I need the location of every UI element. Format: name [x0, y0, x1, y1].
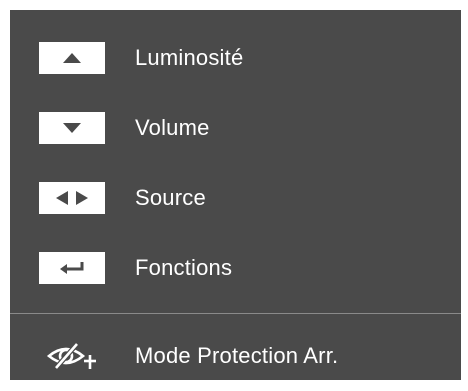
left-right-arrows-icon [56, 191, 88, 205]
menu-item-label-source: Source [135, 185, 206, 210]
menu-item-functions[interactable]: Fonctions [10, 240, 461, 296]
menu-divider [10, 313, 461, 314]
enter-return-icon [60, 262, 84, 274]
menu-item-eye-saver[interactable]: Mode Protection Arr. [10, 328, 461, 384]
enter-button[interactable] [39, 252, 105, 284]
osd-menu-panel: Luminosité Volume Source Fonctions Mode … [10, 10, 461, 380]
menu-item-label-functions: Fonctions [135, 255, 233, 280]
menu-item-label-eye-saver: Mode Protection Arr. [135, 343, 339, 368]
eye-saver-icon [46, 342, 96, 370]
menu-item-label-brightness: Luminosité [135, 45, 244, 70]
up-arrow-icon [63, 53, 81, 63]
menu-item-brightness[interactable]: Luminosité [10, 30, 461, 86]
menu-item-volume[interactable]: Volume [10, 100, 461, 156]
left-right-button[interactable] [39, 182, 105, 214]
down-arrow-icon [63, 123, 81, 133]
up-button[interactable] [39, 42, 105, 74]
eye-saver-button[interactable] [42, 340, 102, 372]
menu-item-source[interactable]: Source [10, 170, 461, 226]
down-button[interactable] [39, 112, 105, 144]
menu-item-label-volume: Volume [135, 115, 210, 140]
